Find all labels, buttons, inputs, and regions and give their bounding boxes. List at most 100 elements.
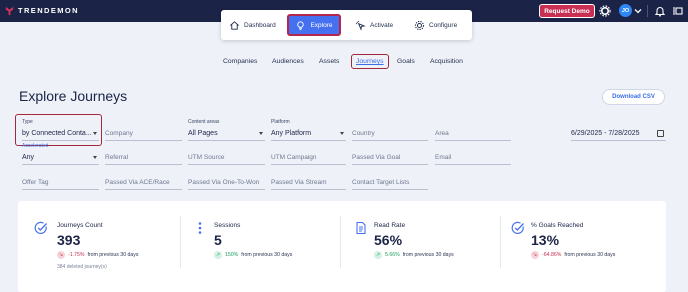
country-placeholder: Country bbox=[352, 130, 375, 137]
metrics-card: Journeys Count 393 ↘ -1.75% from previou… bbox=[18, 201, 666, 292]
check-circle-icon bbox=[34, 221, 47, 234]
bulb-icon bbox=[297, 20, 305, 30]
platform-select[interactable]: Platform Any Platform bbox=[271, 119, 346, 141]
metric-delta: ↗ 5.66% from previous 30 days bbox=[374, 251, 454, 259]
date-range-picker[interactable]: 6/29/2025 - 7/28/2025 bbox=[571, 127, 666, 141]
passed-via-ace-placeholder: Passed Via ACE/Race bbox=[105, 179, 170, 186]
chevron-down-icon bbox=[93, 156, 97, 159]
metric-label: Journeys Count bbox=[57, 222, 103, 229]
type-select[interactable]: Type by Connected Conta... bbox=[22, 119, 99, 141]
subnav-assets[interactable]: Assets bbox=[319, 58, 339, 65]
metric-delta: ↘ -1.75% from previous 30 days bbox=[57, 251, 138, 259]
metric-value: 393 bbox=[57, 232, 81, 248]
passed-via-stream-input[interactable]: Passed Via Stream bbox=[271, 176, 346, 190]
content-areas-label: Content areas bbox=[188, 119, 220, 125]
nav-dashboard[interactable]: Dashboard bbox=[229, 16, 276, 34]
click-icon bbox=[355, 20, 366, 31]
contact-target-lists-input[interactable]: Contact Target Lists bbox=[352, 176, 428, 190]
subnav-journeys[interactable]: Journeys bbox=[351, 54, 389, 69]
passed-via-goal-placeholder: Passed Via Goal bbox=[352, 154, 401, 161]
trend-up-icon: ↗ bbox=[214, 251, 222, 259]
logo-text: TRENDEMON bbox=[18, 6, 79, 15]
company-input[interactable]: Company bbox=[105, 127, 182, 141]
area-placeholder: Area bbox=[435, 130, 449, 137]
divider bbox=[180, 216, 181, 268]
nav-explore-label: Explore bbox=[310, 21, 333, 29]
chevron-down-icon bbox=[93, 132, 97, 135]
subnav-acquisition[interactable]: Acquisition bbox=[430, 58, 463, 65]
delta-percent: 5.66% bbox=[385, 252, 400, 258]
logo[interactable]: TRENDEMON bbox=[4, 5, 79, 16]
utm-campaign-input[interactable]: UTM Campaign bbox=[271, 151, 346, 165]
nav-dashboard-label: Dashboard bbox=[244, 21, 276, 29]
passed-via-goal-input[interactable]: Passed Via Goal bbox=[352, 151, 428, 165]
subnav-companies[interactable]: Companies bbox=[223, 58, 257, 65]
nav-configure[interactable]: Configure bbox=[414, 16, 457, 34]
document-icon bbox=[356, 221, 366, 235]
trend-down-icon: ↘ bbox=[57, 251, 65, 259]
accelerated-value: Any bbox=[22, 154, 35, 161]
metric-delta: ↗ 150% from previous 30 days bbox=[214, 251, 292, 259]
logo-icon bbox=[5, 6, 14, 16]
deleted-journeys-note: 384 deleted journey(s) bbox=[57, 264, 107, 270]
area-input[interactable]: Area bbox=[435, 127, 511, 141]
nav-activate-label: Activate bbox=[370, 21, 394, 29]
metric-value: 56% bbox=[374, 232, 403, 248]
divider bbox=[500, 216, 501, 268]
avatar[interactable]: JO bbox=[619, 4, 632, 17]
delta-suffix: from previous 30 days bbox=[402, 252, 454, 258]
subnav-goals[interactable]: Goals bbox=[397, 58, 415, 65]
delta-percent: -64.86% bbox=[542, 252, 562, 258]
request-demo-button[interactable]: Request Demo bbox=[539, 4, 595, 18]
metric-label: % Goals Reached bbox=[531, 222, 584, 229]
type-label: Type bbox=[22, 119, 33, 125]
menu-icon[interactable] bbox=[672, 5, 684, 17]
utm-campaign-placeholder: UTM Campaign bbox=[271, 154, 317, 161]
home-icon bbox=[230, 20, 239, 30]
metric-delta: ↘ -64.86% from previous 30 days bbox=[531, 251, 615, 259]
main-nav: Dashboard Explore Activate Configure bbox=[221, 10, 472, 40]
type-value: by Connected Conta... bbox=[22, 130, 92, 137]
referral-placeholder: Referral bbox=[105, 154, 129, 161]
email-input[interactable]: Email bbox=[435, 151, 511, 165]
check-circle-icon bbox=[511, 221, 524, 234]
metric-read-rate: Read Rate 56% ↗ 5.66% from previous 30 d… bbox=[354, 201, 499, 292]
referral-input[interactable]: Referral bbox=[105, 151, 182, 165]
offer-tag-input[interactable]: Offer Tag bbox=[22, 176, 99, 190]
content-areas-value: All Pages bbox=[188, 130, 218, 137]
country-input[interactable]: Country bbox=[352, 127, 428, 141]
page-title: Explore Journeys bbox=[19, 88, 128, 104]
gear-icon[interactable] bbox=[599, 5, 611, 17]
content-areas-select[interactable]: Content areas All Pages bbox=[188, 119, 265, 141]
metric-label: Sessions bbox=[214, 222, 241, 229]
contact-target-lists-placeholder: Contact Target Lists bbox=[352, 179, 410, 186]
chevron-down-icon bbox=[340, 132, 344, 135]
accelerated-label: Accelerated bbox=[22, 143, 49, 149]
metric-journeys-count: Journeys Count 393 ↘ -1.75% from previou… bbox=[34, 201, 179, 292]
metric-label: Read Rate bbox=[374, 222, 406, 229]
bell-icon[interactable] bbox=[654, 5, 666, 17]
passed-via-ace-input[interactable]: Passed Via ACE/Race bbox=[105, 176, 182, 190]
passed-via-stream-placeholder: Passed Via Stream bbox=[271, 179, 327, 186]
gear-icon bbox=[414, 20, 425, 30]
delta-percent: 150% bbox=[225, 252, 239, 258]
utm-source-input[interactable]: UTM Source bbox=[188, 151, 265, 165]
nav-configure-label: Configure bbox=[429, 21, 458, 29]
metric-sessions: Sessions 5 ↗ 150% from previous 30 days bbox=[196, 201, 341, 292]
nav-explore[interactable]: Explore bbox=[287, 14, 341, 36]
subnav-audiences[interactable]: Audiences bbox=[272, 58, 304, 65]
nav-activate[interactable]: Activate bbox=[355, 16, 393, 34]
date-range-value: 6/29/2025 - 7/28/2025 bbox=[571, 130, 640, 137]
chevron-down-icon[interactable] bbox=[634, 7, 642, 15]
passed-via-one-to-won-input[interactable]: Passed Via One-To-Won bbox=[188, 176, 265, 190]
accelerated-select[interactable]: Accelerated Any bbox=[22, 143, 99, 165]
platform-value: Any Platform bbox=[271, 130, 312, 137]
calendar-icon bbox=[657, 130, 664, 137]
chevron-down-icon bbox=[259, 132, 263, 135]
metric-value: 5 bbox=[214, 232, 222, 248]
download-csv-button[interactable]: Download CSV bbox=[602, 89, 665, 105]
metric-goals-reached: % Goals Reached 13% ↘ -64.86% from previ… bbox=[511, 201, 661, 292]
trend-down-icon: ↘ bbox=[531, 251, 539, 259]
dots-vertical-icon bbox=[198, 222, 202, 234]
delta-suffix: from previous 30 days bbox=[241, 252, 293, 258]
